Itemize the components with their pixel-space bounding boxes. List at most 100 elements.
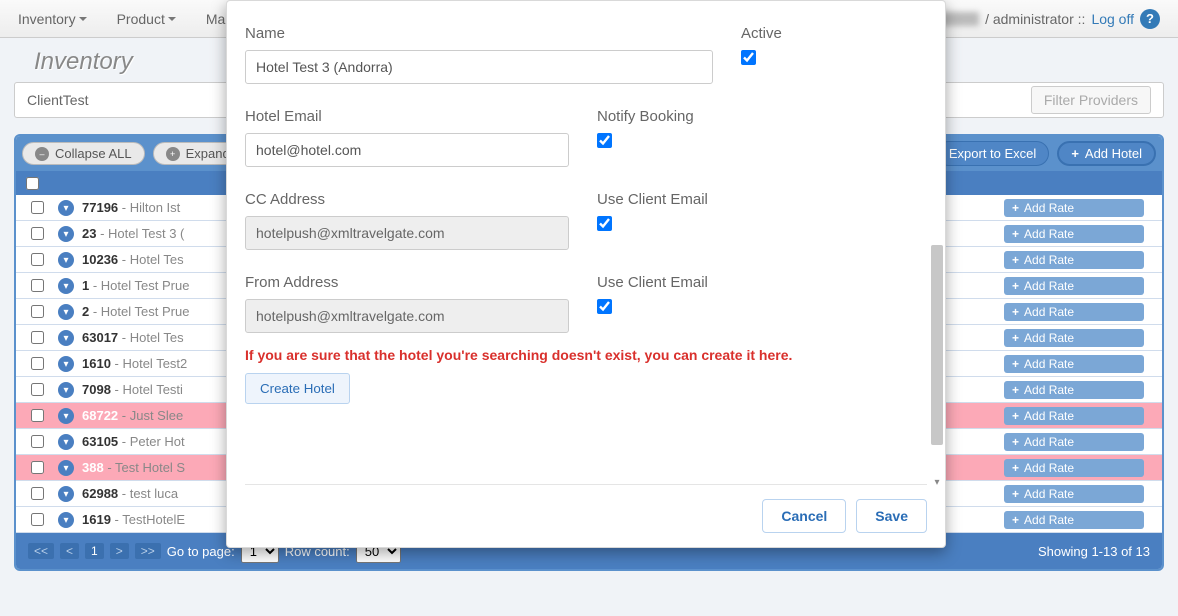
add-rate-button[interactable]: +Add Rate	[1004, 225, 1144, 243]
expand-row-icon[interactable]: ▾	[58, 486, 74, 502]
goto-label: Go to page:	[167, 544, 235, 559]
from-use-label: Use Client Email	[597, 274, 921, 291]
add-rate-button[interactable]: + Add Rate	[1004, 381, 1144, 399]
add-rate-label: Add Rate	[1024, 435, 1074, 449]
plus-icon: +	[1012, 279, 1019, 293]
add-hotel-label: Add Hotel	[1085, 146, 1142, 161]
plus-icon: +	[1012, 513, 1019, 527]
row-checkbox[interactable]	[31, 227, 44, 240]
row-checkbox[interactable]	[31, 435, 44, 448]
active-label: Active	[741, 25, 921, 42]
scrollbar-thumb[interactable]	[931, 245, 943, 445]
plus-icon: +	[1012, 435, 1019, 449]
add-rate-label: Add Rate	[1024, 305, 1074, 319]
row-checkbox[interactable]	[31, 461, 44, 474]
expand-row-icon[interactable]: ▾	[58, 408, 74, 424]
expand-row-icon[interactable]: ▾	[58, 278, 74, 294]
nav-right: / administrator :: Log off ?	[939, 9, 1160, 29]
expand-label: Expand	[186, 146, 230, 161]
add-rate-button[interactable]: +Add Rate	[1004, 303, 1144, 321]
save-button[interactable]: Save	[856, 499, 927, 533]
add-rate-button[interactable]: + Add Rate	[1004, 433, 1144, 451]
cc-use-checkbox[interactable]	[597, 216, 612, 231]
row-checkbox[interactable]	[31, 201, 44, 214]
caret-down-icon	[168, 17, 176, 21]
row-checkbox[interactable]	[31, 305, 44, 318]
expand-row-icon[interactable]: ▾	[58, 330, 74, 346]
add-rate-button[interactable]: +Add Rate	[1004, 251, 1144, 269]
add-rate-button[interactable]: + Add Rate	[1004, 199, 1144, 217]
notify-checkbox[interactable]	[597, 133, 612, 148]
add-rate-button[interactable]: + Add Rate	[1004, 485, 1144, 503]
notify-label: Notify Booking	[597, 108, 921, 125]
cc-use-label: Use Client Email	[597, 191, 921, 208]
pager-first[interactable]: <<	[28, 543, 54, 559]
expand-row-icon[interactable]: ▾	[58, 200, 74, 216]
expand-row-icon[interactable]: ▾	[58, 304, 74, 320]
help-icon[interactable]: ?	[1140, 9, 1160, 29]
row-checkbox[interactable]	[31, 279, 44, 292]
add-rate-button[interactable]: +Add Rate	[1004, 355, 1144, 373]
pager-next[interactable]: >	[110, 543, 129, 559]
pager-last[interactable]: >>	[135, 543, 161, 559]
row-checkbox[interactable]	[31, 513, 44, 526]
plus-icon: +	[166, 147, 180, 161]
create-hotel-button[interactable]: Create Hotel	[245, 373, 350, 404]
add-rate-button[interactable]: +Add Rate	[1004, 329, 1144, 347]
add-rate-button[interactable]: +Add Rate	[1004, 459, 1144, 477]
plus-icon: +	[1012, 383, 1019, 397]
add-rate-label: Add Rate	[1024, 513, 1074, 527]
expand-row-icon[interactable]: ▾	[58, 460, 74, 476]
expand-row-icon[interactable]: ▾	[58, 356, 74, 372]
plus-icon: +	[1012, 487, 1019, 501]
modal-footer: Cancel Save	[245, 484, 927, 533]
name-input[interactable]	[245, 50, 713, 84]
add-hotel-button[interactable]: +Add Hotel	[1057, 141, 1156, 166]
expand-row-icon[interactable]: ▾	[58, 434, 74, 450]
scroll-down-icon[interactable]: ▾	[933, 479, 941, 487]
add-rate-label: Add Rate	[1024, 279, 1074, 293]
plus-icon: +	[1012, 227, 1019, 241]
name-label: Name	[245, 25, 713, 42]
filter-providers-button[interactable]: Filter Providers	[1031, 86, 1151, 114]
add-rate-label: Add Rate	[1024, 331, 1074, 345]
email-label: Hotel Email	[245, 108, 569, 125]
expand-row-icon[interactable]: ▾	[58, 512, 74, 528]
collapse-all-button[interactable]: –Collapse ALL	[22, 142, 145, 165]
add-rate-label: Add Rate	[1024, 383, 1074, 397]
add-rate-button[interactable]: + Add Rate	[1004, 511, 1144, 529]
select-all-checkbox[interactable]	[26, 177, 39, 190]
logoff-link[interactable]: Log off	[1091, 11, 1134, 27]
cancel-button[interactable]: Cancel	[762, 499, 846, 533]
from-use-checkbox[interactable]	[597, 299, 612, 314]
client-name: ClientTest	[27, 92, 88, 108]
nav-item-product[interactable]: Product	[117, 11, 176, 27]
warning-text: If you are sure that the hotel you're se…	[245, 347, 921, 363]
expand-row-icon[interactable]: ▾	[58, 226, 74, 242]
pager-prev[interactable]: <	[60, 543, 79, 559]
plus-icon: +	[1012, 201, 1019, 215]
add-rate-label: Add Rate	[1024, 461, 1074, 475]
row-checkbox[interactable]	[31, 383, 44, 396]
add-rate-label: Add Rate	[1024, 487, 1074, 501]
expand-row-icon[interactable]: ▾	[58, 252, 74, 268]
row-checkbox[interactable]	[31, 253, 44, 266]
cc-input[interactable]	[245, 216, 569, 250]
add-hotel-modal: Name Active Hotel Email Notify Booking C…	[226, 0, 946, 548]
row-checkbox[interactable]	[31, 409, 44, 422]
row-checkbox[interactable]	[31, 331, 44, 344]
nav-item-inventory[interactable]: Inventory	[18, 11, 87, 27]
caret-down-icon	[79, 17, 87, 21]
email-input[interactable]	[245, 133, 569, 167]
add-rate-button[interactable]: + Add Rate	[1004, 277, 1144, 295]
active-checkbox[interactable]	[741, 50, 756, 65]
add-rate-button[interactable]: +Add Rate	[1004, 407, 1144, 425]
modal-scrollbar[interactable]: ▾	[931, 5, 943, 487]
from-input[interactable]	[245, 299, 569, 333]
row-checkbox[interactable]	[31, 357, 44, 370]
export-excel-button[interactable]: Export to Excel	[936, 141, 1049, 166]
expand-row-icon[interactable]: ▾	[58, 382, 74, 398]
row-checkbox[interactable]	[31, 487, 44, 500]
pager-current[interactable]: 1	[85, 543, 104, 559]
add-rate-label: Add Rate	[1024, 201, 1074, 215]
